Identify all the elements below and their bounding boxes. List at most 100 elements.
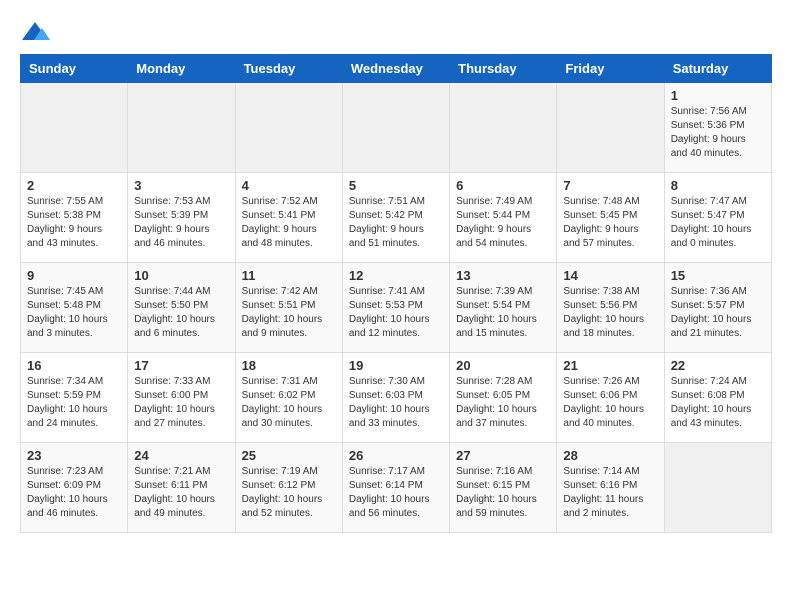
day-info: Sunrise: 7:44 AM Sunset: 5:50 PM Dayligh… bbox=[134, 285, 228, 341]
calendar-cell bbox=[128, 83, 235, 173]
day-info: Sunrise: 7:21 AM Sunset: 6:11 PM Dayligh… bbox=[134, 465, 228, 521]
day-info: Sunrise: 7:17 AM Sunset: 6:14 PM Dayligh… bbox=[349, 465, 443, 521]
calendar-cell bbox=[557, 83, 664, 173]
calendar-cell: 4 Sunrise: 7:52 AM Sunset: 5:41 PM Daylig… bbox=[235, 173, 342, 263]
day-info: Sunrise: 7:19 AM Sunset: 6:12 PM Dayligh… bbox=[242, 465, 336, 521]
day-number: 21 bbox=[563, 358, 657, 373]
calendar-cell: 25 Sunrise: 7:19 AM Sunset: 6:12 PM Dayli… bbox=[235, 443, 342, 533]
calendar-cell: 14 Sunrise: 7:38 AM Sunset: 5:56 PM Dayli… bbox=[557, 263, 664, 353]
calendar-cell: 1 Sunrise: 7:56 AM Sunset: 5:36 PM Daylig… bbox=[664, 83, 771, 173]
page-header bbox=[20, 20, 772, 44]
calendar-cell: 2 Sunrise: 7:55 AM Sunset: 5:38 PM Daylig… bbox=[21, 173, 128, 263]
calendar-cell: 20 Sunrise: 7:28 AM Sunset: 6:05 PM Dayli… bbox=[450, 353, 557, 443]
calendar-header-friday: Friday bbox=[557, 55, 664, 83]
calendar-cell: 6Sunrise: 7:49 AM Sunset: 5:44 PM Daylig… bbox=[450, 173, 557, 263]
calendar-week-2: 2 Sunrise: 7:55 AM Sunset: 5:38 PM Daylig… bbox=[21, 173, 772, 263]
day-info: Sunrise: 7:49 AM Sunset: 5:44 PM Dayligh… bbox=[456, 195, 550, 251]
day-number: 28 bbox=[563, 448, 657, 463]
calendar-cell: 24 Sunrise: 7:21 AM Sunset: 6:11 PM Dayli… bbox=[128, 443, 235, 533]
day-number: 5 bbox=[349, 178, 443, 193]
day-number: 18 bbox=[242, 358, 336, 373]
calendar-week-5: 23 Sunrise: 7:23 AM Sunset: 6:09 PM Dayli… bbox=[21, 443, 772, 533]
day-info: Sunrise: 7:53 AM Sunset: 5:39 PM Dayligh… bbox=[134, 195, 228, 251]
day-number: 3 bbox=[134, 178, 228, 193]
day-number: 7 bbox=[563, 178, 657, 193]
day-info: Sunrise: 7:48 AM Sunset: 5:45 PM Dayligh… bbox=[563, 195, 657, 251]
calendar-header-row: SundayMondayTuesdayWednesdayThursdayFrid… bbox=[21, 55, 772, 83]
calendar-cell: 18 Sunrise: 7:31 AM Sunset: 6:02 PM Dayli… bbox=[235, 353, 342, 443]
day-number: 15 bbox=[671, 268, 765, 283]
calendar-cell: 27Sunrise: 7:16 AM Sunset: 6:15 PM Dayli… bbox=[450, 443, 557, 533]
calendar-cell: 5 Sunrise: 7:51 AM Sunset: 5:42 PM Daylig… bbox=[342, 173, 449, 263]
day-info: Sunrise: 7:39 AM Sunset: 5:54 PM Dayligh… bbox=[456, 285, 550, 341]
day-info: Sunrise: 7:31 AM Sunset: 6:02 PM Dayligh… bbox=[242, 375, 336, 431]
calendar-cell: 16 Sunrise: 7:34 AM Sunset: 5:59 PM Dayli… bbox=[21, 353, 128, 443]
day-info: Sunrise: 7:30 AM Sunset: 6:03 PM Dayligh… bbox=[349, 375, 443, 431]
calendar-cell: 7 Sunrise: 7:48 AM Sunset: 5:45 PM Daylig… bbox=[557, 173, 664, 263]
day-info: Sunrise: 7:28 AM Sunset: 6:05 PM Dayligh… bbox=[456, 375, 550, 431]
day-info: Sunrise: 7:23 AM Sunset: 6:09 PM Dayligh… bbox=[27, 465, 121, 521]
day-info: Sunrise: 7:38 AM Sunset: 5:56 PM Dayligh… bbox=[563, 285, 657, 341]
calendar-week-1: 1 Sunrise: 7:56 AM Sunset: 5:36 PM Daylig… bbox=[21, 83, 772, 173]
calendar-header-thursday: Thursday bbox=[450, 55, 557, 83]
day-info: Sunrise: 7:26 AM Sunset: 6:06 PM Dayligh… bbox=[563, 375, 657, 431]
day-number: 10 bbox=[134, 268, 228, 283]
calendar-cell: 23 Sunrise: 7:23 AM Sunset: 6:09 PM Dayli… bbox=[21, 443, 128, 533]
day-info: Sunrise: 7:14 AM Sunset: 6:16 PM Dayligh… bbox=[563, 465, 657, 521]
calendar-cell: 21 Sunrise: 7:26 AM Sunset: 6:06 PM Dayli… bbox=[557, 353, 664, 443]
day-info: Sunrise: 7:24 AM Sunset: 6:08 PM Dayligh… bbox=[671, 375, 765, 431]
calendar-header-tuesday: Tuesday bbox=[235, 55, 342, 83]
calendar-table: SundayMondayTuesdayWednesdayThursdayFrid… bbox=[20, 54, 772, 533]
calendar-cell: 8Sunrise: 7:47 AM Sunset: 5:47 PM Daylig… bbox=[664, 173, 771, 263]
calendar-cell: 19Sunrise: 7:30 AM Sunset: 6:03 PM Dayli… bbox=[342, 353, 449, 443]
calendar-cell bbox=[21, 83, 128, 173]
calendar-cell: 9 Sunrise: 7:45 AM Sunset: 5:48 PM Daylig… bbox=[21, 263, 128, 353]
calendar-header-saturday: Saturday bbox=[664, 55, 771, 83]
calendar-cell: 11Sunrise: 7:42 AM Sunset: 5:51 PM Dayli… bbox=[235, 263, 342, 353]
calendar-cell: 22 Sunrise: 7:24 AM Sunset: 6:08 PM Dayli… bbox=[664, 353, 771, 443]
day-number: 26 bbox=[349, 448, 443, 463]
day-number: 20 bbox=[456, 358, 550, 373]
day-number: 2 bbox=[27, 178, 121, 193]
calendar-cell: 12 Sunrise: 7:41 AM Sunset: 5:53 PM Dayli… bbox=[342, 263, 449, 353]
calendar-cell: 3 Sunrise: 7:53 AM Sunset: 5:39 PM Daylig… bbox=[128, 173, 235, 263]
day-number: 25 bbox=[242, 448, 336, 463]
calendar-header-monday: Monday bbox=[128, 55, 235, 83]
day-number: 9 bbox=[27, 268, 121, 283]
day-number: 4 bbox=[242, 178, 336, 193]
calendar-cell bbox=[235, 83, 342, 173]
calendar-cell: 28 Sunrise: 7:14 AM Sunset: 6:16 PM Dayli… bbox=[557, 443, 664, 533]
day-info: Sunrise: 7:41 AM Sunset: 5:53 PM Dayligh… bbox=[349, 285, 443, 341]
day-info: Sunrise: 7:42 AM Sunset: 5:51 PM Dayligh… bbox=[242, 285, 336, 341]
calendar-cell: 15 Sunrise: 7:36 AM Sunset: 5:57 PM Dayli… bbox=[664, 263, 771, 353]
calendar-cell bbox=[664, 443, 771, 533]
day-info: Sunrise: 7:33 AM Sunset: 6:00 PM Dayligh… bbox=[134, 375, 228, 431]
day-info: Sunrise: 7:55 AM Sunset: 5:38 PM Dayligh… bbox=[27, 195, 121, 251]
day-number: 14 bbox=[563, 268, 657, 283]
calendar-header-wednesday: Wednesday bbox=[342, 55, 449, 83]
day-number: 24 bbox=[134, 448, 228, 463]
calendar-cell: 13 Sunrise: 7:39 AM Sunset: 5:54 PM Dayli… bbox=[450, 263, 557, 353]
day-number: 23 bbox=[27, 448, 121, 463]
logo bbox=[20, 20, 54, 44]
day-info: Sunrise: 7:47 AM Sunset: 5:47 PM Dayligh… bbox=[671, 195, 765, 251]
day-info: Sunrise: 7:56 AM Sunset: 5:36 PM Dayligh… bbox=[671, 105, 765, 161]
day-info: Sunrise: 7:36 AM Sunset: 5:57 PM Dayligh… bbox=[671, 285, 765, 341]
day-number: 16 bbox=[27, 358, 121, 373]
calendar-week-3: 9 Sunrise: 7:45 AM Sunset: 5:48 PM Daylig… bbox=[21, 263, 772, 353]
day-info: Sunrise: 7:34 AM Sunset: 5:59 PM Dayligh… bbox=[27, 375, 121, 431]
day-info: Sunrise: 7:52 AM Sunset: 5:41 PM Dayligh… bbox=[242, 195, 336, 251]
day-info: Sunrise: 7:51 AM Sunset: 5:42 PM Dayligh… bbox=[349, 195, 443, 251]
calendar-cell bbox=[450, 83, 557, 173]
calendar-cell: 17 Sunrise: 7:33 AM Sunset: 6:00 PM Dayli… bbox=[128, 353, 235, 443]
calendar-week-4: 16 Sunrise: 7:34 AM Sunset: 5:59 PM Dayli… bbox=[21, 353, 772, 443]
day-number: 12 bbox=[349, 268, 443, 283]
day-number: 1 bbox=[671, 88, 765, 103]
day-info: Sunrise: 7:45 AM Sunset: 5:48 PM Dayligh… bbox=[27, 285, 121, 341]
calendar-cell: 26 Sunrise: 7:17 AM Sunset: 6:14 PM Dayli… bbox=[342, 443, 449, 533]
day-number: 13 bbox=[456, 268, 550, 283]
calendar-cell: 10 Sunrise: 7:44 AM Sunset: 5:50 PM Dayli… bbox=[128, 263, 235, 353]
day-number: 22 bbox=[671, 358, 765, 373]
calendar-header-sunday: Sunday bbox=[21, 55, 128, 83]
day-number: 17 bbox=[134, 358, 228, 373]
